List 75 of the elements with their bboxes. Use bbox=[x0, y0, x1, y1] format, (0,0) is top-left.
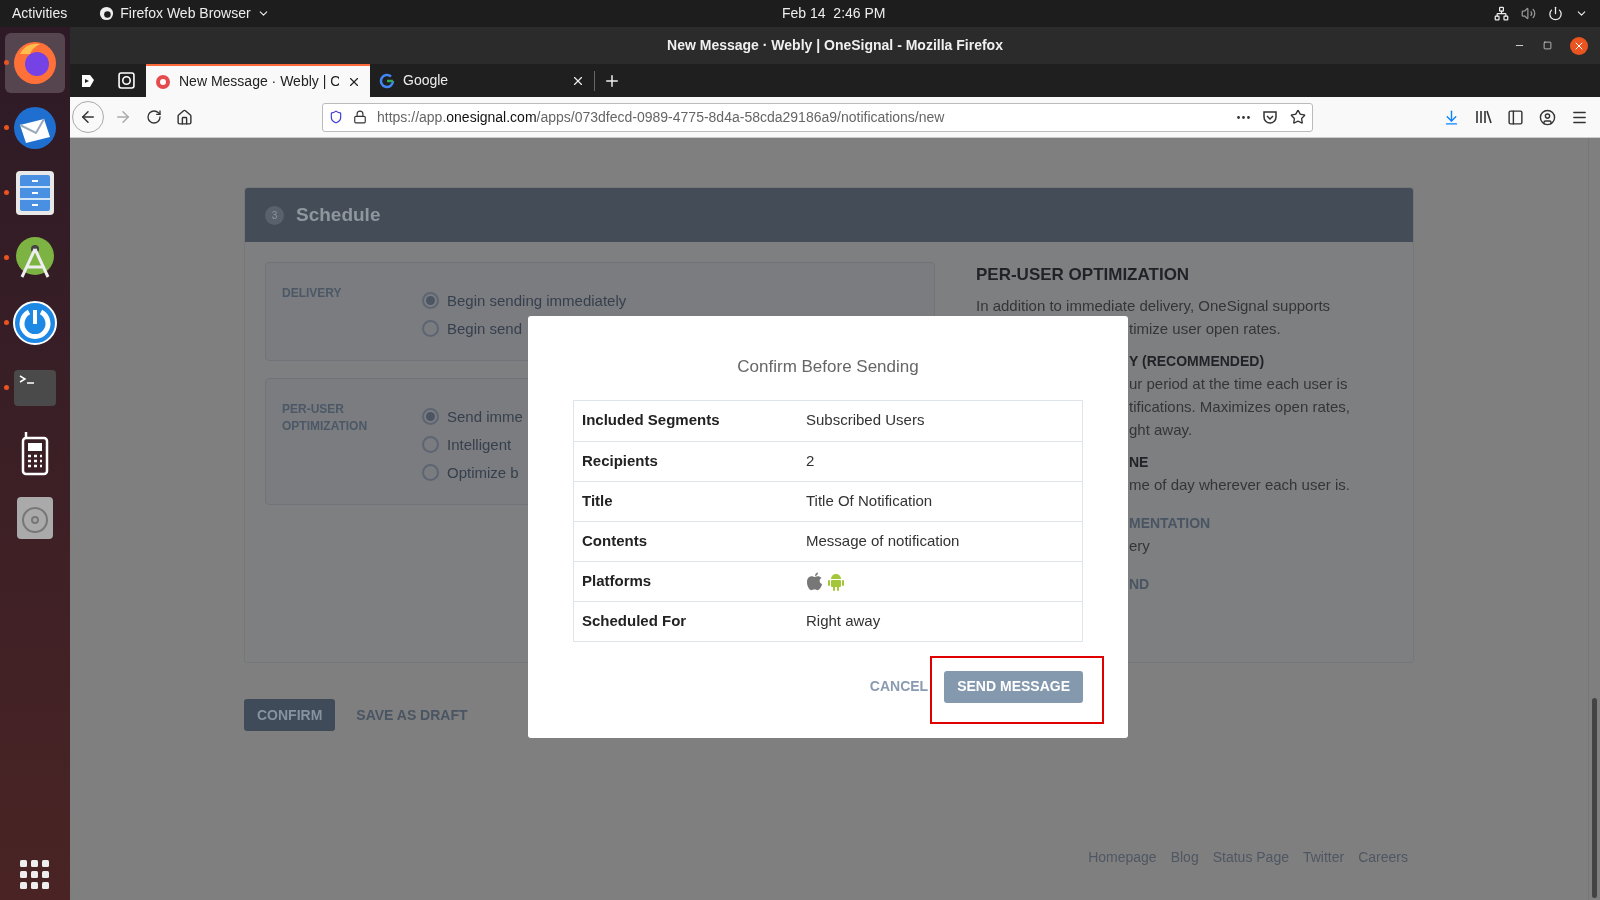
row-label: Recipients bbox=[581, 450, 659, 471]
info-text: ght away. bbox=[1129, 419, 1194, 440]
option-label: Begin send bbox=[447, 319, 523, 338]
cancel-button[interactable]: CANCEL bbox=[869, 676, 929, 697]
send-message-button[interactable]: SEND MESSAGE bbox=[944, 670, 1083, 703]
shield-icon bbox=[329, 110, 343, 124]
terminal-icon bbox=[13, 368, 57, 407]
info-subheading: NE bbox=[1129, 452, 1150, 472]
android-icon bbox=[827, 571, 845, 591]
pinned-tab-icon[interactable] bbox=[117, 72, 135, 89]
row-label: Contents bbox=[581, 530, 648, 551]
apple-icon bbox=[806, 571, 823, 591]
reload-icon[interactable] bbox=[146, 109, 162, 125]
library-icon[interactable] bbox=[1475, 109, 1492, 125]
row-label: Title bbox=[581, 490, 614, 511]
clock[interactable]: Feb 14 2:46 PM bbox=[782, 3, 886, 24]
account-icon[interactable] bbox=[1539, 108, 1556, 126]
url-text: https://app.onesignal.com/apps/073dfecd-0989-4775-8d4a-58cda29186a9/notifications/new bbox=[377, 107, 945, 127]
option-label: Begin sending immediately bbox=[447, 291, 627, 310]
dock-item[interactable] bbox=[5, 32, 65, 93]
download-icon[interactable] bbox=[1443, 108, 1460, 126]
info-text: ery bbox=[1129, 535, 1151, 556]
phone-icon bbox=[20, 429, 50, 476]
option-label: Intelligent bbox=[447, 435, 512, 454]
browser-tab[interactable]: Google bbox=[370, 64, 594, 97]
info-text: timize user open rates. bbox=[1129, 318, 1282, 339]
maximize-icon[interactable] bbox=[1543, 41, 1552, 50]
radio-button[interactable] bbox=[422, 408, 439, 425]
file-cabinet-icon bbox=[15, 169, 55, 216]
pinned-tab-icon[interactable] bbox=[80, 72, 96, 89]
radio-button[interactable] bbox=[422, 292, 439, 309]
window-title: New Message · Webly | OneSignal - Mozilla Firefox bbox=[666, 36, 1004, 55]
sidebar-icon[interactable] bbox=[1507, 108, 1524, 126]
info-text: tifications. Maximizes open rates, bbox=[1129, 396, 1350, 417]
pocket-icon[interactable] bbox=[1262, 109, 1278, 125]
row-value: 2 bbox=[806, 450, 815, 471]
radio-button[interactable] bbox=[422, 464, 439, 481]
row-value: Title Of Notification bbox=[806, 490, 933, 511]
browser-icon bbox=[12, 39, 58, 86]
power-icon[interactable] bbox=[1548, 6, 1563, 21]
app-menu[interactable]: Firefox Web Browser bbox=[99, 3, 270, 24]
lock-icon bbox=[353, 110, 367, 124]
row-label: Platforms bbox=[581, 570, 653, 591]
row-label: Scheduled For bbox=[581, 610, 688, 631]
mail-icon bbox=[12, 104, 58, 151]
row-value: Subscribed Users bbox=[806, 410, 925, 431]
app-grid-icon[interactable] bbox=[20, 860, 50, 890]
option-label: Send imme bbox=[447, 407, 523, 426]
card-title: Schedule bbox=[296, 202, 381, 227]
activities-button[interactable]: Activities bbox=[12, 3, 68, 24]
info-text: In addition to immediate delivery, OneSignal supports bbox=[976, 296, 1332, 314]
url-field[interactable]: https://app.onesignal.com/apps/073dfecd-0989-4775-8d4a-58cda29186a9/notifications/new bbox=[322, 102, 1313, 132]
confirm-button[interactable]: CONFIRM bbox=[244, 699, 336, 731]
back-icon bbox=[79, 108, 97, 126]
google-icon bbox=[379, 72, 395, 89]
power-ring-icon bbox=[12, 299, 58, 346]
radio-button[interactable] bbox=[422, 320, 439, 337]
option-label: Optimize b bbox=[447, 463, 519, 482]
info-heading: PER-USER OPTIMIZATION bbox=[976, 264, 1191, 286]
scrollbar-thumb[interactable] bbox=[1592, 698, 1597, 898]
close-button[interactable] bbox=[1570, 36, 1588, 55]
radio-button[interactable] bbox=[422, 436, 439, 453]
info-subheading: Y (RECOMMENDED) bbox=[1129, 351, 1266, 371]
row-value: Message of notification bbox=[806, 530, 960, 551]
browser-icon bbox=[99, 6, 115, 21]
info-text: ur period at the time each user is bbox=[1129, 373, 1349, 394]
network-icon[interactable] bbox=[1494, 6, 1509, 21]
bookmark-star-icon[interactable] bbox=[1290, 109, 1306, 125]
tab-label: Google bbox=[403, 71, 450, 90]
dialog-title: Confirm Before Sending bbox=[737, 356, 919, 378]
info-text: me of day wherever each user is. bbox=[1129, 474, 1350, 495]
row-label: Included Segments bbox=[581, 410, 721, 431]
row-value: Right away bbox=[806, 610, 881, 631]
volume-icon[interactable] bbox=[1521, 6, 1536, 21]
home-icon[interactable] bbox=[176, 108, 193, 126]
